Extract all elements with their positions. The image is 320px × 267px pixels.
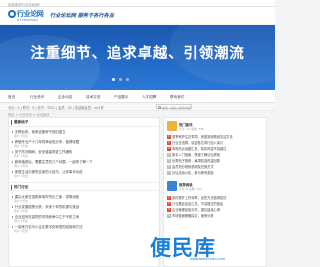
banner-pager	[112, 77, 162, 81]
stats-bar: 今日：0 | 昨日：0 | 帖子：3321 | 会员：42 | 欢迎新会员：xl…	[0, 103, 275, 111]
nav-home[interactable]: 首页	[8, 95, 15, 100]
banner-title: 注重细节、追求卓越、引领潮流	[30, 46, 245, 62]
rank-badge: 1	[167, 135, 171, 139]
thread-title[interactable]: 无惧台风，我家这套房子依旧挺立	[12, 129, 158, 134]
rank-badge: 2	[167, 202, 171, 206]
welcome-text: 欢迎来到行业论坛网！	[8, 2, 42, 7]
bullet-icon	[12, 141, 14, 143]
nav-contact[interactable]: 联系我们	[170, 95, 184, 100]
section-accent	[11, 185, 12, 190]
board-card[interactable]: 热门板块 今日: 12 主题: 356	[167, 121, 265, 132]
ranked-item[interactable]: 4 新手入门指南，快速了解论坛规则	[167, 152, 266, 157]
ranked-item[interactable]: 1 夏季养护注意事项，家庭常用物品清洁方法	[167, 134, 266, 139]
nav-tech[interactable]: 技术交流	[86, 95, 100, 100]
section-title: 热门讨论	[14, 185, 29, 189]
board-icon	[167, 181, 177, 191]
rank-badge: 5	[167, 159, 171, 163]
ranked-item[interactable]: 2 行业展会信息汇总，不容错过的盛会	[167, 201, 266, 206]
nav-company[interactable]: 企业动态	[58, 95, 72, 100]
ranked-item[interactable]: 6 会员积分规则说明及兑换方式	[167, 164, 266, 169]
thread-meta: 用户 3天前	[14, 163, 28, 168]
ranked-item[interactable]: 4 市场营销策略探讨，案例分析	[167, 213, 266, 218]
rank-badge: 4	[167, 214, 171, 218]
bullet-icon	[12, 131, 14, 133]
thread-title[interactable]: 关于防汛期间，安全隐患排查工作通知	[12, 149, 158, 154]
thread-meta: 用户 3天前	[14, 143, 28, 148]
top-bar: 欢迎来到行业论坛网！	[0, 0, 275, 7]
nav-products[interactable]: 产品展示	[114, 95, 128, 100]
thread-column: 最新帖子 无惧台风，我家这套房子依旧挺立 用户 3天前 养殖专业户十几年饲养经验…	[8, 117, 160, 267]
logo-subtitle: HYLTDUNAN	[17, 17, 38, 22]
ranked-item[interactable]: 1 如何提升工作效率，这些方法值得尝试	[167, 195, 266, 200]
thread-title[interactable]: 企业如何在激烈的市场竞争中立于不败之地	[12, 214, 158, 219]
thread-meta: 用户 3天前	[14, 173, 28, 178]
rank-badge: 3	[167, 147, 171, 151]
ranked-item[interactable]: 7 论坛活动公告，参与即有奖励	[167, 170, 266, 175]
section-header: 热门讨论	[9, 182, 159, 191]
site-logo[interactable]: 行业论网 HYLTDUNAN	[8, 10, 46, 22]
site-header: 行业论网 HYLTDUNAN 行业论坛网 服务于各行各业	[0, 7, 275, 24]
section-title: 最新帖子	[14, 120, 29, 124]
board-icon	[167, 121, 177, 131]
thread-meta: 用户 5天前	[14, 228, 28, 233]
ranked-item[interactable]: 5 优秀帖子推荐，每周精选内容回顾	[167, 158, 266, 163]
thread-title[interactable]: 一起来讨论中小企业数字化转型的经验和方法	[12, 224, 158, 229]
thread-meta: 用户 5天前	[14, 198, 28, 203]
ranked-item[interactable]: 3 企业管理经验分享，团队建设心得	[167, 207, 266, 212]
site-slogan: 行业论坛网 服务于各行各业	[50, 13, 115, 19]
search-input[interactable]: 搜索: 请输入搜索内容	[156, 104, 192, 110]
thread-title[interactable]: 建议大家在选购家电时货比三家，谨慎消费	[12, 194, 158, 199]
thread-title[interactable]: 新房装修后，需要注意的几个问题，一起来了解一下	[12, 159, 158, 164]
section-header: 最新帖子	[9, 118, 159, 127]
rank-badge: 3	[167, 208, 171, 212]
bullet-icon	[12, 161, 14, 163]
nav-news[interactable]: 行业资讯	[30, 95, 44, 100]
nav-jobs[interactable]: 人才招聘	[142, 95, 156, 100]
logo-mark-icon	[8, 10, 16, 18]
search-placeholder: 搜索: 请输入搜索内容	[162, 105, 191, 110]
bullet-icon	[12, 226, 14, 228]
rank-badge: 6	[167, 165, 171, 169]
thread-meta: 用户 3天前	[14, 153, 28, 158]
pager-dot[interactable]	[119, 78, 122, 81]
bullet-icon	[12, 216, 14, 218]
thread-meta: 用户 5天前	[14, 218, 28, 223]
bullet-icon	[12, 171, 14, 173]
forum-stats: 今日：0 | 昨日：0 | 帖子：3321 | 会员：42 | 欢迎新会员：xl…	[8, 106, 104, 110]
thread-meta: 用户 5天前	[14, 208, 28, 213]
board-card[interactable]: 推荐阅读 今日: 8 主题: 214	[167, 181, 265, 192]
rank-badge: 2	[167, 141, 171, 145]
ranked-item[interactable]: 3 本周热点话题汇总，精彩内容不容错过	[167, 146, 266, 151]
watermark-url: www.bianminku.com	[190, 257, 226, 261]
board-stats: 今日: 12 主题: 356	[179, 127, 204, 131]
thread-title[interactable]: 家居生活中那些实用的小技巧，让你事半功倍	[12, 169, 158, 174]
pager-dot[interactable]	[112, 78, 115, 81]
bullet-icon	[12, 196, 14, 198]
hero-banner[interactable]: 注重细节、追求卓越、引领潮流	[0, 25, 275, 90]
main-nav: 首页 行业资讯 企业动态 技术交流 产品展示 人才招聘 联系我们	[0, 90, 275, 103]
rank-badge: 4	[167, 153, 171, 157]
bullet-icon	[12, 206, 14, 208]
rank-badge: 1	[167, 196, 171, 200]
bullet-icon	[12, 151, 14, 153]
section-accent	[11, 120, 12, 125]
board-stats: 今日: 8 主题: 214	[179, 187, 202, 191]
thread-title[interactable]: 养殖专业户十几年饲养经验分享，值得收藏	[12, 139, 158, 144]
pager-dot[interactable]	[126, 78, 129, 81]
ranked-item[interactable]: 2 行业交流群，欢迎各位同行加入探讨	[167, 140, 266, 145]
thread-meta: 用户 3天前	[14, 133, 28, 138]
search-icon	[158, 106, 161, 109]
rank-badge: 7	[167, 171, 171, 175]
thread-title[interactable]: 行业发展趋势分析，未来十年的机遇与挑战	[12, 204, 158, 209]
